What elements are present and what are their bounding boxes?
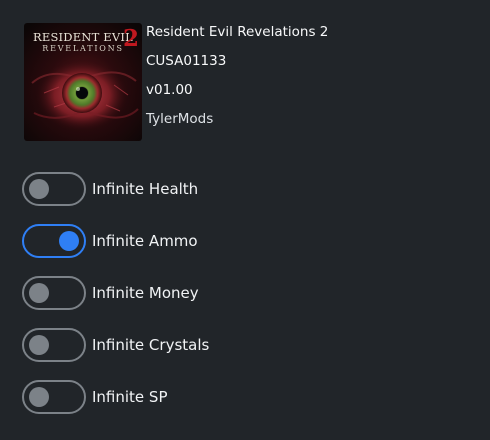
toggle-knob: [29, 335, 49, 355]
cheat-infinite-health[interactable]: Infinite Health: [22, 172, 462, 206]
cheat-label: Infinite Money: [92, 284, 199, 302]
game-author: TylerMods: [146, 111, 214, 127]
cover-number: 2: [122, 25, 139, 52]
game-version: v01.00: [146, 82, 193, 98]
toggle-switch[interactable]: [22, 224, 86, 258]
cheat-label: Infinite Crystals: [92, 336, 210, 354]
toggle-knob: [29, 179, 49, 199]
toggle-switch[interactable]: [22, 276, 86, 310]
game-cover-art: RESIDENT EVIL REVELATIONS 2: [24, 23, 142, 141]
cheat-label: Infinite Ammo: [92, 232, 198, 250]
cheat-label: Infinite Health: [92, 180, 199, 198]
cheat-infinite-ammo[interactable]: Infinite Ammo: [22, 224, 462, 258]
toggle-knob: [59, 231, 79, 251]
game-id: CUSA01133: [146, 53, 227, 69]
game-header: RESIDENT EVIL REVELATIONS 2 Resident Evi…: [24, 23, 464, 141]
toggle-switch[interactable]: [22, 380, 86, 414]
cheat-infinite-money[interactable]: Infinite Money: [22, 276, 462, 310]
cheat-label: Infinite SP: [92, 388, 168, 406]
cheat-infinite-sp[interactable]: Infinite SP: [22, 380, 462, 414]
cheat-infinite-crystals[interactable]: Infinite Crystals: [22, 328, 462, 362]
toggle-switch[interactable]: [22, 328, 86, 362]
game-title: Resident Evil Revelations 2: [146, 24, 329, 40]
toggle-knob: [29, 283, 49, 303]
toggle-switch[interactable]: [22, 172, 86, 206]
toggle-knob: [29, 387, 49, 407]
